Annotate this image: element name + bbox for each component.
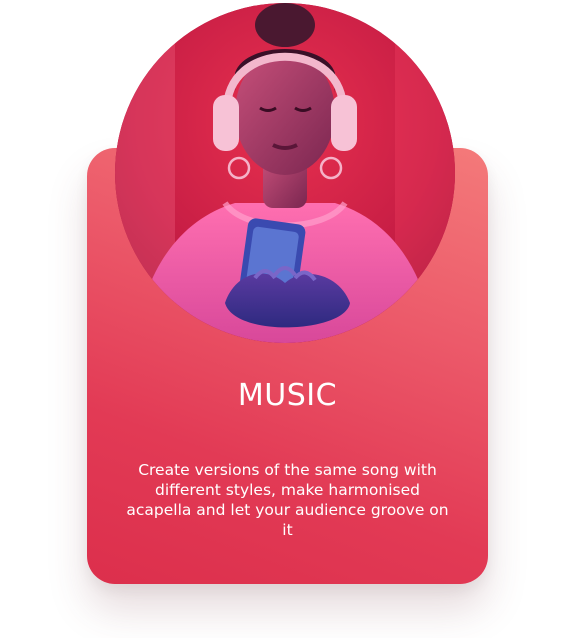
music-feature-tile: MUSIC Create versions of the same song w… bbox=[0, 0, 578, 638]
card-description: Create versions of the same song with di… bbox=[126, 461, 449, 539]
woman-with-headphones-photo bbox=[115, 3, 455, 343]
card-title: MUSIC bbox=[237, 378, 338, 413]
